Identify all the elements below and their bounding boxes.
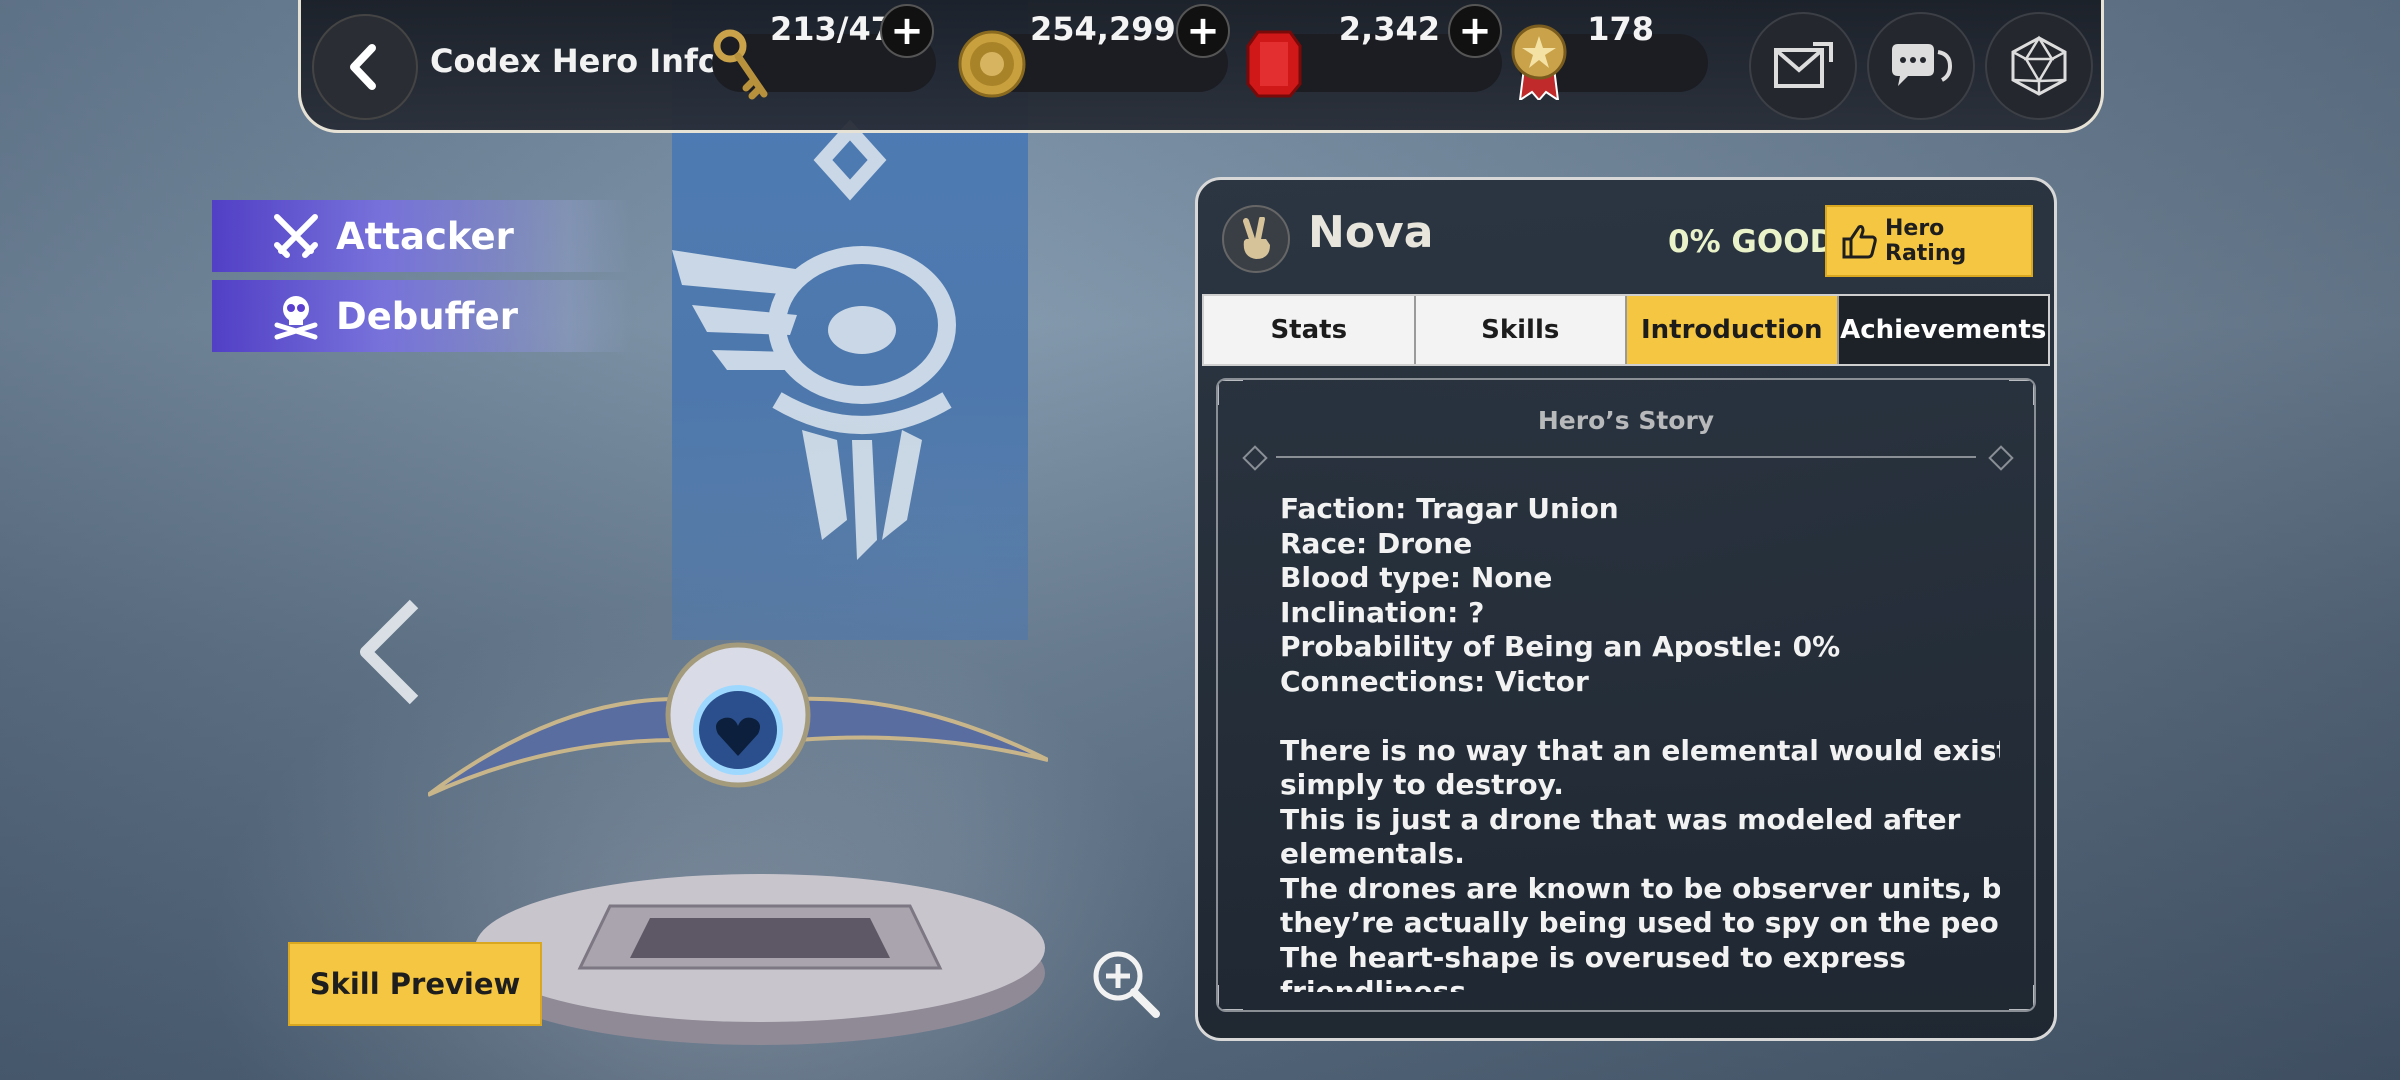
page-title: Codex Hero Info — [430, 42, 720, 80]
story-fact: Probability of Being an Apostle: 0% — [1280, 630, 1841, 663]
gems-plus-button[interactable]: + — [1448, 4, 1502, 58]
story-line: The heart-shape is overused to express — [1280, 940, 1906, 974]
gems-value: 2,342 — [1338, 10, 1440, 48]
hero-drone-model — [428, 642, 1048, 797]
frame-corner — [2009, 380, 2034, 405]
story-divider — [1276, 456, 1976, 458]
chat-button[interactable] — [1867, 12, 1975, 120]
role-label: Debuffer — [336, 294, 518, 338]
story-line: The drones are known to be observer unit… — [1280, 871, 2000, 905]
chat-bubble-icon — [1892, 44, 1953, 86]
keys-plus-button[interactable]: + — [880, 4, 934, 58]
story-line: elementals. — [1280, 837, 1465, 870]
hero-rating-percent: 0% GOOD — [1668, 224, 1836, 260]
mail-icon — [1774, 42, 1833, 88]
d20-dice-icon — [2011, 35, 2067, 96]
story-title: Hero’s Story — [1537, 406, 1715, 435]
hero-rating-button[interactable]: Hero Rating — [1825, 205, 2033, 277]
story-fact: Blood type: None — [1280, 561, 1553, 594]
back-button[interactable] — [312, 14, 418, 120]
story-fact: Race: Drone — [1280, 526, 1473, 560]
story-fact: Faction: Tragar Union — [1280, 492, 1619, 525]
hero-pedestal — [475, 874, 1045, 1045]
frame-corner — [2009, 985, 2034, 1010]
key-icon — [713, 29, 768, 100]
role-tag-attacker: Attacker — [212, 200, 632, 272]
hero-name: Nova — [1308, 207, 1434, 258]
story-text: Faction: Tragar Union Race: Drone Blood … — [1280, 492, 2000, 992]
mail-button[interactable] — [1749, 12, 1857, 120]
skull-crossbones-icon — [270, 290, 322, 342]
ruby-gem-icon — [1246, 30, 1302, 98]
tab-skills[interactable]: Skills — [1415, 296, 1627, 364]
story-line: This is just a drone that was modeled af… — [1280, 802, 1961, 836]
story-line: friendliness. — [1280, 975, 1477, 992]
story-line: There is no way that an elemental would … — [1280, 733, 2000, 767]
story-line: they’re actually being used to spy on th… — [1280, 906, 2000, 939]
crossed-swords-icon — [270, 210, 322, 262]
star-medal-icon — [1511, 24, 1567, 100]
hero-class-badge — [1222, 205, 1290, 273]
gold-plus-button[interactable]: + — [1176, 4, 1230, 58]
gold-coin-icon — [958, 30, 1026, 98]
hero-info-tabs: Stats Skills Introduction Achievements — [1202, 294, 2050, 366]
divider-ornament — [1988, 445, 2014, 471]
story-line: simply to destroy. — [1280, 768, 1564, 801]
frame-corner — [1218, 380, 1243, 405]
previous-hero-arrow-icon[interactable] — [356, 598, 428, 706]
story-fact: Connections: Victor — [1280, 664, 1589, 698]
gold-value: 254,299 — [1030, 10, 1176, 48]
dice-button[interactable] — [1985, 12, 2093, 120]
skill-preview-button[interactable]: Skill Preview — [288, 942, 542, 1026]
role-tag-debuffer: Debuffer — [212, 280, 632, 352]
keys-value: 213/47 — [770, 10, 894, 48]
back-arrow-icon — [350, 44, 376, 90]
frame-corner — [1218, 985, 1243, 1010]
hero-story-box[interactable]: Hero’s Story Faction: Tragar Union Race:… — [1216, 378, 2036, 1012]
role-label: Attacker — [336, 214, 514, 258]
medals-value: 178 — [1587, 10, 1654, 48]
hero-rating-label: Hero Rating — [1885, 216, 1967, 266]
tab-introduction[interactable]: Introduction — [1627, 296, 1839, 364]
thumbs-up-icon — [1841, 223, 1877, 259]
tab-achievements[interactable]: Achievements — [1838, 296, 2048, 364]
peace-hand-icon — [1243, 217, 1270, 259]
zoom-in-icon[interactable] — [1090, 948, 1162, 1020]
divider-ornament — [1242, 445, 1268, 471]
tab-stats[interactable]: Stats — [1204, 296, 1416, 364]
story-fact: Inclination: ? — [1280, 595, 1485, 629]
